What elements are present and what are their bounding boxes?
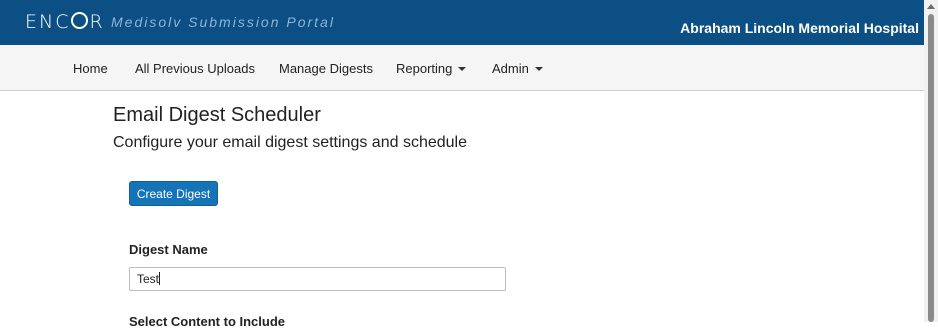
scroll-up-arrow-icon[interactable] [927,4,935,9]
text-cursor [159,272,161,285]
logo-text-start: ENC [25,11,71,33]
app-header: ENC R Medisolv Submission Portal Abraham … [0,0,924,45]
nav-admin-label: Admin [492,61,529,76]
digest-name-value: Test [137,272,160,286]
page-title: Email Digest Scheduler [113,104,321,126]
nav-all-previous-uploads[interactable]: All Previous Uploads [135,61,255,76]
digest-name-input[interactable]: Test [129,267,506,291]
logo-o-icon [71,12,89,29]
nav-reporting-label: Reporting [396,61,453,76]
digest-name-label: Digest Name [129,242,208,257]
vertical-scrollbar[interactable] [924,0,938,322]
nav-home[interactable]: Home [73,61,108,76]
encor-logo[interactable]: ENC R [25,11,105,33]
caret-down-icon [458,67,467,71]
nav-admin-dropdown[interactable]: Admin [492,61,543,76]
portal-title: Medisolv Submission Portal [111,14,335,30]
logo-text-end: R [89,11,105,33]
caret-down-icon [534,67,543,71]
hospital-name: Abraham Lincoln Memorial Hospital [680,20,919,36]
create-digest-button[interactable]: Create Digest [129,181,218,206]
nav-manage-digests[interactable]: Manage Digests [279,61,373,76]
main-navbar: Home All Previous Uploads Manage Digests… [0,45,924,91]
nav-reporting-dropdown[interactable]: Reporting [396,61,467,76]
page-subtitle: Configure your email digest settings and… [113,134,467,151]
scrollbar-thumb[interactable] [928,14,934,322]
